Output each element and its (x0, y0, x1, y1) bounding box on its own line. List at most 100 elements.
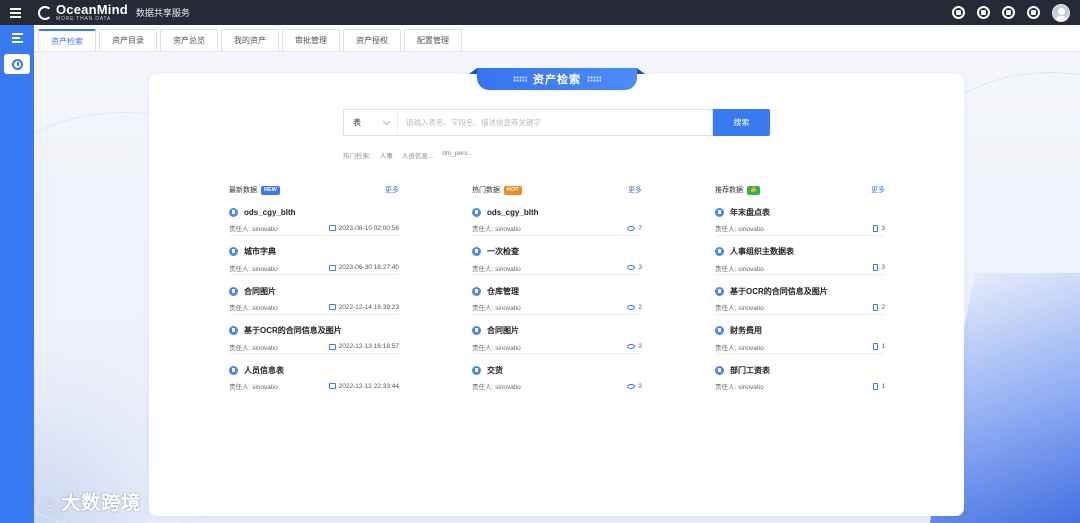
tab-config-management[interactable]: 配置管理 (404, 29, 462, 51)
list-item[interactable]: 城市字典 责任人: sinovatio 2023-06-30 16:27:40 (229, 236, 399, 275)
list-item[interactable]: 交货 责任人: sinovatio 2 (472, 354, 642, 394)
list-item[interactable]: ods_cgy_blth 责任人: sinovatio 2023-08-10 02:… (229, 196, 399, 236)
item-name[interactable]: 合同图片 (244, 286, 276, 297)
item-name[interactable]: 财务费用 (730, 325, 762, 336)
list-item[interactable]: 年末盘点表 责任人: sinovatio 3 (715, 196, 885, 236)
sidebar-item-asset-search[interactable] (4, 54, 30, 74)
hot-search: 热门检索: 人事 人员信息... dm_pers... (343, 150, 482, 160)
monitor-icon[interactable] (952, 6, 965, 19)
owner-name: sinovatio (495, 384, 521, 391)
item-name[interactable]: 人员信息表 (244, 365, 284, 376)
owner-name: sinovatio (738, 384, 764, 391)
owner-label: 责任人: (715, 265, 737, 273)
owner-label: 责任人: (229, 344, 251, 352)
top-bar: OceanMind MORE THAN DATA 数据共享服务 (0, 0, 1080, 25)
menu-toggle-button[interactable] (0, 0, 30, 25)
owner-name: sinovatio (252, 384, 278, 391)
table-icon (472, 286, 481, 296)
tab-asset-overview[interactable]: 资产总览 (160, 29, 218, 51)
column-title: 推荐数据 (715, 187, 743, 194)
list-item[interactable]: 基于OCR的合同信息及图片 责任人: sinovatio 2 (715, 275, 885, 315)
document-icon (873, 264, 879, 271)
owner-label: 责任人: (472, 344, 494, 352)
item-meta-value: 2023-08-10 02:00:56 (338, 224, 399, 232)
list-item[interactable]: ods_cgy_blth 责任人: sinovatio 7 (472, 196, 642, 236)
owner-label: 责任人: (472, 265, 494, 273)
export-icon[interactable] (977, 6, 990, 19)
app-title: 数据共享服务 (135, 8, 190, 18)
more-link[interactable]: 更多 (385, 185, 399, 195)
item-name[interactable]: 年末盘点表 (730, 207, 770, 218)
notification-icon[interactable] (1027, 6, 1040, 19)
hot-search-word[interactable]: dm_pers... (442, 150, 473, 160)
owner-name: sinovatio (495, 226, 521, 233)
hot-search-word[interactable]: 人员信息... (402, 150, 433, 160)
item-name[interactable]: 基于OCR的合同信息及图片 (244, 325, 342, 336)
item-meta-value: 2 (638, 382, 642, 390)
list-icon (11, 32, 23, 43)
item-name[interactable]: 基于OCR的合同信息及图片 (730, 286, 828, 297)
tab-asset-authorization[interactable]: 资产授权 (343, 29, 401, 51)
item-name[interactable]: 仓库管理 (487, 286, 519, 297)
table-icon (229, 247, 238, 256)
eye-icon (627, 265, 636, 270)
owner-name: sinovatio (252, 305, 278, 312)
item-meta-value: 1 (881, 343, 885, 350)
document-icon (873, 303, 879, 311)
search-type-value: 表 (353, 118, 361, 127)
more-link[interactable]: 更多 (871, 185, 885, 195)
column-badge: NEW (261, 185, 280, 195)
item-name[interactable]: ods_cgy_blth (244, 208, 296, 217)
tab-approval-management[interactable]: 审批管理 (282, 29, 340, 51)
dots-decoration-icon (513, 76, 527, 82)
search-button[interactable]: 搜索 (713, 109, 770, 136)
user-avatar[interactable] (1052, 3, 1070, 22)
owner-label: 责任人: (715, 226, 737, 233)
table-icon (229, 286, 238, 296)
owner-label: 责任人: (229, 265, 251, 273)
sidebar-collapse-button[interactable] (0, 25, 34, 49)
list-item[interactable]: 人事组织主数据表 责任人: sinovatio 3 (715, 236, 885, 275)
item-name[interactable]: 城市字典 (244, 246, 276, 257)
column-title: 最新数据 (229, 187, 257, 194)
search-input[interactable] (397, 109, 713, 136)
list-item[interactable]: 部门工资表 责任人: sinovatio 1 (715, 354, 885, 394)
list-item[interactable]: 一次检查 责任人: sinovatio 3 (472, 236, 642, 275)
tab-asset-catalog[interactable]: 资产目录 (99, 29, 157, 51)
table-icon (229, 207, 238, 217)
item-meta-value: 2022-12-13 16:18:57 (338, 343, 399, 350)
list-item[interactable]: 财务费用 责任人: sinovatio 1 (715, 315, 885, 354)
document-icon (873, 382, 879, 390)
item-name[interactable]: 人事组织主数据表 (730, 246, 794, 257)
more-link[interactable]: 更多 (628, 185, 642, 195)
tab-asset-search[interactable]: 资产检索 (38, 29, 96, 51)
owner-name: sinovatio (738, 305, 764, 312)
list-item[interactable]: 合同图片 责任人: sinovatio 2 (472, 315, 642, 354)
column-latest-data: 最新数据 NEW 更多 ods_cgy_blth 责任人: sinovatio 2023-… (229, 184, 399, 394)
list-item[interactable]: 人员信息表 责任人: sinovatio 2022-12-12 22:33:44 (229, 354, 399, 394)
list-item[interactable]: 合同图片 责任人: sinovatio 2022-12-14 16:39:23 (229, 275, 399, 315)
table-icon (715, 326, 724, 335)
owner-label: 责任人: (715, 344, 737, 352)
list-item[interactable]: 基于OCR的合同信息及图片 责任人: sinovatio 2022-12-13 16… (229, 315, 399, 354)
item-meta-value: 7 (638, 224, 642, 232)
search-type-select[interactable]: 表 (343, 109, 397, 136)
item-name[interactable]: 合同图片 (487, 325, 519, 336)
item-name[interactable]: 交货 (487, 365, 503, 376)
item-name[interactable]: 一次检查 (487, 246, 519, 257)
list-item[interactable]: 仓库管理 责任人: sinovatio 2 (472, 275, 642, 315)
clock-icon (11, 58, 23, 70)
owner-name: sinovatio (738, 265, 764, 273)
owner-label: 责任人: (229, 384, 251, 391)
asset-search-panel: 资产检索 表 搜索 热门检索: 人事 人员信息... dm_pers... 最新… (149, 68, 964, 516)
item-name[interactable]: ods_cgy_blth (487, 208, 539, 217)
owner-name: sinovatio (252, 265, 278, 273)
calendar-icon (328, 383, 336, 389)
logo[interactable]: OceanMind MORE THAN DATA (38, 3, 128, 22)
search-bar: 表 搜索 (343, 109, 770, 136)
item-name[interactable]: 部门工资表 (730, 365, 770, 376)
hot-search-word[interactable]: 人事 (380, 150, 393, 160)
settings-icon[interactable] (1002, 6, 1015, 19)
tab-my-assets[interactable]: 我的资产 (221, 29, 279, 51)
calendar-icon (328, 225, 336, 231)
